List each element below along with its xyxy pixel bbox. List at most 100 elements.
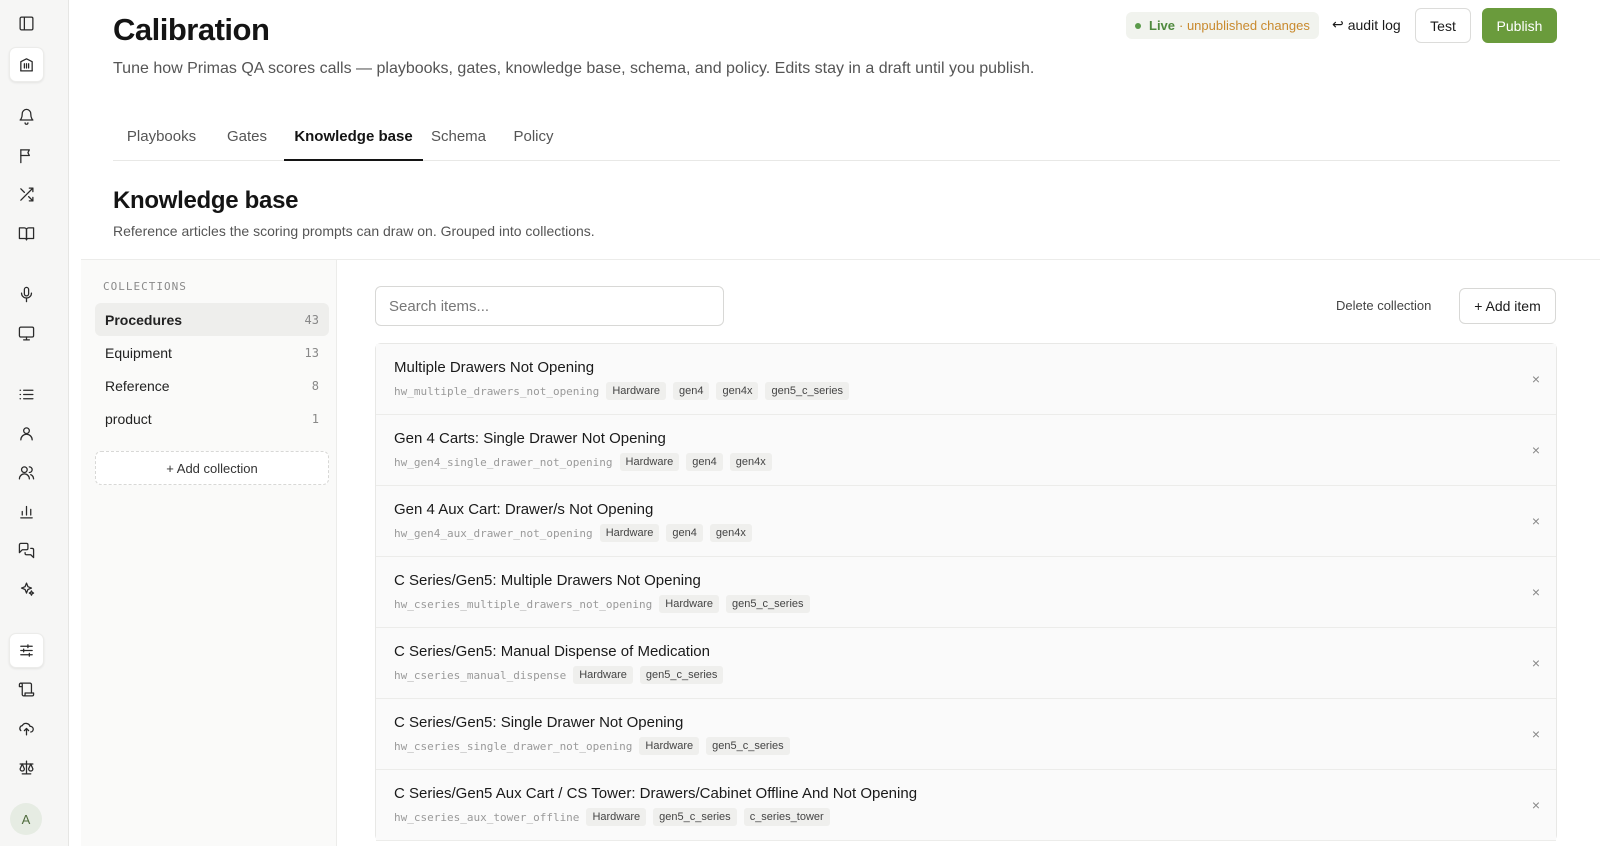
close-icon[interactable]: × — [1532, 584, 1540, 600]
collection-count: 8 — [311, 378, 319, 393]
tag: gen5_c_series — [653, 808, 737, 826]
tab-playbooks[interactable]: Playbooks — [113, 120, 210, 161]
collection-label: Reference — [105, 377, 170, 394]
users-icon[interactable] — [9, 455, 44, 490]
close-icon[interactable]: × — [1532, 655, 1540, 671]
collection-label: Procedures — [105, 311, 183, 328]
scale-icon[interactable] — [9, 750, 44, 785]
tag: Hardware — [573, 666, 633, 684]
list-item[interactable]: Gen 4 Carts: Single Drawer Not Opening h… — [376, 415, 1556, 486]
tag: gen5_c_series — [725, 595, 810, 613]
building-icon[interactable] — [9, 47, 44, 82]
audit-log-link[interactable]: ↩ audit log — [1332, 16, 1401, 33]
close-icon[interactable]: × — [1532, 513, 1540, 529]
list-item[interactable]: C Series/Gen5 Aux Cart / CS Tower: Drawe… — [376, 770, 1556, 841]
item-key: hw_gen4_aux_drawer_not_opening — [394, 526, 593, 540]
flag-icon[interactable] — [9, 138, 44, 173]
undo-icon: ↩ — [1332, 16, 1344, 32]
tag: gen5_c_series — [765, 382, 850, 400]
tag: gen4x — [729, 453, 772, 471]
sparkles-icon[interactable] — [9, 572, 44, 607]
shuffle-icon[interactable] — [9, 177, 44, 212]
messages-icon[interactable] — [9, 533, 44, 568]
collection-item-product[interactable]: product 1 — [95, 402, 329, 435]
list-item[interactable]: Multiple Drawers Not Opening hw_multiple… — [376, 344, 1556, 415]
close-icon[interactable]: × — [1532, 442, 1540, 458]
item-title: C Series/Gen5: Manual Dispense of Medica… — [394, 643, 710, 660]
tag: Hardware — [639, 737, 700, 755]
close-icon[interactable]: × — [1532, 797, 1540, 813]
item-key: hw_gen4_single_drawer_not_opening — [394, 455, 613, 469]
icon-rail: A — [0, 0, 69, 846]
section-title: Knowledge base — [113, 187, 299, 214]
item-meta: hw_cseries_manual_dispense Hardware gen5… — [394, 666, 724, 684]
item-meta: hw_gen4_single_drawer_not_opening Hardwa… — [394, 453, 772, 471]
item-meta: hw_gen4_aux_drawer_not_opening Hardware … — [394, 524, 752, 542]
sidebar-toggle-icon[interactable] — [9, 6, 44, 41]
sliders-icon[interactable] — [9, 633, 44, 668]
list-item[interactable]: C Series/Gen5: Manual Dispense of Medica… — [376, 628, 1556, 699]
list-item[interactable]: C Series/Gen5: Single Drawer Not Opening… — [376, 699, 1556, 770]
monitor-icon[interactable] — [9, 316, 44, 351]
main-content: Calibration Tune how Primas QA scores ca… — [69, 0, 1600, 846]
collection-count: 1 — [311, 411, 319, 426]
bar-chart-icon[interactable] — [9, 494, 44, 529]
test-button[interactable]: Test — [1415, 8, 1471, 43]
collection-item-procedures[interactable]: Procedures 43 — [95, 303, 329, 336]
tag: Hardware — [599, 524, 660, 542]
item-meta: hw_cseries_aux_tower_offline Hardware ge… — [394, 808, 830, 826]
item-meta: hw_cseries_multiple_drawers_not_opening … — [394, 595, 810, 613]
items-list: Multiple Drawers Not Opening hw_multiple… — [375, 343, 1557, 841]
item-title: Gen 4 Aux Cart: Drawer/s Not Opening — [394, 501, 654, 518]
item-title: Gen 4 Carts: Single Drawer Not Opening — [394, 430, 666, 447]
item-key: hw_cseries_single_drawer_not_opening — [394, 739, 633, 753]
tab-gates[interactable]: Gates — [210, 120, 284, 161]
user-icon[interactable] — [9, 416, 44, 451]
tag: gen4x — [716, 382, 759, 400]
tag: gen4 — [673, 382, 710, 400]
status-badge: Live · unpublished changes — [1126, 12, 1319, 39]
close-icon[interactable]: × — [1532, 726, 1540, 742]
tag: Hardware — [659, 595, 719, 613]
item-title: Multiple Drawers Not Opening — [394, 359, 595, 376]
list-item[interactable]: Gen 4 Aux Cart: Drawer/s Not Opening hw_… — [376, 486, 1556, 557]
audit-log-label: audit log — [1347, 16, 1401, 33]
tab-schema[interactable]: Schema — [423, 120, 494, 161]
tab-bar: Playbooks Gates Knowledge base Schema Po… — [113, 120, 1560, 161]
search-input[interactable] — [375, 286, 724, 326]
close-icon[interactable]: × — [1532, 371, 1540, 387]
scroll-icon[interactable] — [9, 672, 44, 707]
list-icon[interactable] — [9, 377, 44, 412]
collection-label: Equipment — [105, 344, 172, 361]
list-item[interactable]: C Series/Gen5: Multiple Drawers Not Open… — [376, 557, 1556, 628]
item-meta: hw_multiple_drawers_not_opening Hardware… — [394, 382, 850, 400]
item-title: C Series/Gen5 Aux Cart / CS Tower: Drawe… — [394, 785, 918, 802]
tag: gen5_c_series — [639, 666, 724, 684]
tag: gen5_c_series — [706, 737, 790, 755]
page-subtitle: Tune how Primas QA scores calls — playbo… — [113, 60, 1035, 77]
mic-icon[interactable] — [9, 277, 44, 312]
delete-collection-button[interactable]: Delete collection — [1336, 298, 1431, 313]
bell-icon[interactable] — [9, 99, 44, 134]
add-collection-button[interactable]: + Add collection — [95, 451, 329, 485]
collection-item-reference[interactable]: Reference 8 — [95, 369, 329, 402]
publish-button[interactable]: Publish — [1482, 8, 1557, 43]
section-subtitle: Reference articles the scoring prompts c… — [113, 223, 595, 239]
item-key: hw_cseries_aux_tower_offline — [394, 810, 580, 824]
tag: gen4 — [686, 453, 723, 471]
tab-knowledge-base[interactable]: Knowledge base — [284, 120, 423, 161]
tab-policy[interactable]: Policy — [494, 120, 573, 161]
collections-panel: COLLECTIONS Procedures 43 Equipment 13 R… — [81, 260, 337, 846]
item-key: hw_multiple_drawers_not_opening — [394, 384, 600, 398]
tag: c_series_tower — [743, 808, 830, 826]
add-item-button[interactable]: + Add item — [1459, 288, 1556, 324]
collection-count: 43 — [304, 312, 319, 327]
collection-item-equipment[interactable]: Equipment 13 — [95, 336, 329, 369]
collections-header: COLLECTIONS — [103, 280, 187, 293]
avatar[interactable]: A — [10, 803, 42, 835]
item-key: hw_cseries_multiple_drawers_not_opening — [394, 597, 653, 611]
status-live: Live — [1149, 18, 1176, 33]
item-key: hw_cseries_manual_dispense — [394, 668, 567, 682]
cloud-upload-icon[interactable] — [9, 711, 44, 746]
book-icon[interactable] — [9, 216, 44, 251]
